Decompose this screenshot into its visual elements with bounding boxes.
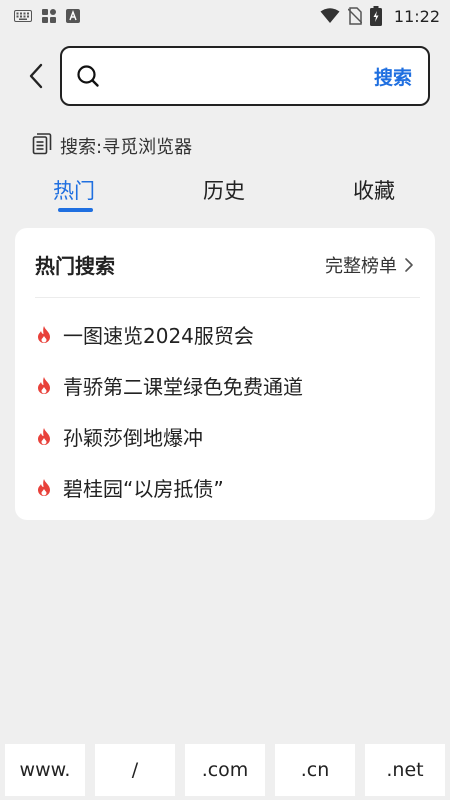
full-ranking-label: 完整榜单 — [325, 256, 397, 277]
shortcut-key-net[interactable]: .net — [365, 744, 445, 796]
flame-icon — [35, 375, 53, 395]
search-bar[interactable]: 搜索 — [60, 46, 430, 106]
shortcut-key-cn[interactable]: .cn — [275, 744, 355, 796]
hot-search-item[interactable]: 青骄第二课堂绿色免费通道 — [35, 367, 415, 403]
shortcut-key-com[interactable]: .com — [185, 744, 265, 796]
hot-search-card: 热门搜索 完整榜单 一图速览2024服贸会 青骄第二课堂绿色免费通道 孙颖莎倒地… — [15, 228, 435, 520]
search-icon — [76, 64, 100, 88]
flame-icon — [35, 426, 53, 446]
chevron-right-icon — [405, 258, 413, 272]
chevron-left-icon — [29, 63, 43, 89]
url-shortcut-bar: www. / .com .cn .net — [0, 744, 450, 800]
wifi-icon — [320, 8, 340, 24]
search-suggestion-text: 搜索:寻觅浏览器 — [60, 137, 193, 158]
hot-search-text: 青骄第二课堂绿色免费通道 — [63, 374, 303, 399]
keyboard-icon — [14, 10, 32, 22]
card-title: 热门搜索 — [35, 254, 115, 278]
flame-icon — [35, 324, 53, 344]
flame-icon — [35, 477, 53, 497]
document-icon — [32, 133, 52, 159]
hot-search-text: 孙颖莎倒地爆冲 — [63, 425, 203, 450]
no-sim-icon — [347, 7, 362, 25]
status-time: 11:22 — [393, 6, 440, 26]
status-bar: 11:22 — [0, 0, 450, 32]
apps-icon — [42, 9, 56, 23]
status-left-icons — [14, 9, 80, 23]
back-button[interactable] — [20, 60, 52, 92]
search-suggestion[interactable]: 搜索:寻觅浏览器 — [32, 133, 192, 159]
hot-search-item[interactable]: 碧桂园“以房抵债” — [35, 469, 415, 505]
search-input[interactable] — [110, 56, 374, 96]
hot-search-text: 一图速览2024服贸会 — [63, 323, 254, 348]
full-ranking-link[interactable]: 完整榜单 — [325, 252, 415, 278]
status-right-icons: 11:22 — [320, 6, 440, 26]
card-header: 热门搜索 完整榜单 — [35, 250, 415, 280]
shortcut-key-www[interactable]: www. — [5, 744, 85, 796]
shortcut-key-slash[interactable]: / — [95, 744, 175, 796]
search-submit-button[interactable]: 搜索 — [374, 63, 412, 90]
hot-search-item[interactable]: 孙颖莎倒地爆冲 — [35, 418, 415, 454]
hot-search-text: 碧桂园“以房抵债” — [63, 476, 224, 501]
hot-search-item[interactable]: 一图速览2024服贸会 — [35, 316, 415, 352]
tab-active-indicator — [58, 208, 93, 212]
tab-hot[interactable]: 热门 — [53, 175, 95, 205]
divider — [35, 297, 420, 298]
font-icon — [66, 9, 80, 23]
tab-favorites[interactable]: 收藏 — [353, 175, 395, 205]
tab-history[interactable]: 历史 — [203, 175, 245, 205]
battery-charging-icon — [369, 6, 382, 26]
